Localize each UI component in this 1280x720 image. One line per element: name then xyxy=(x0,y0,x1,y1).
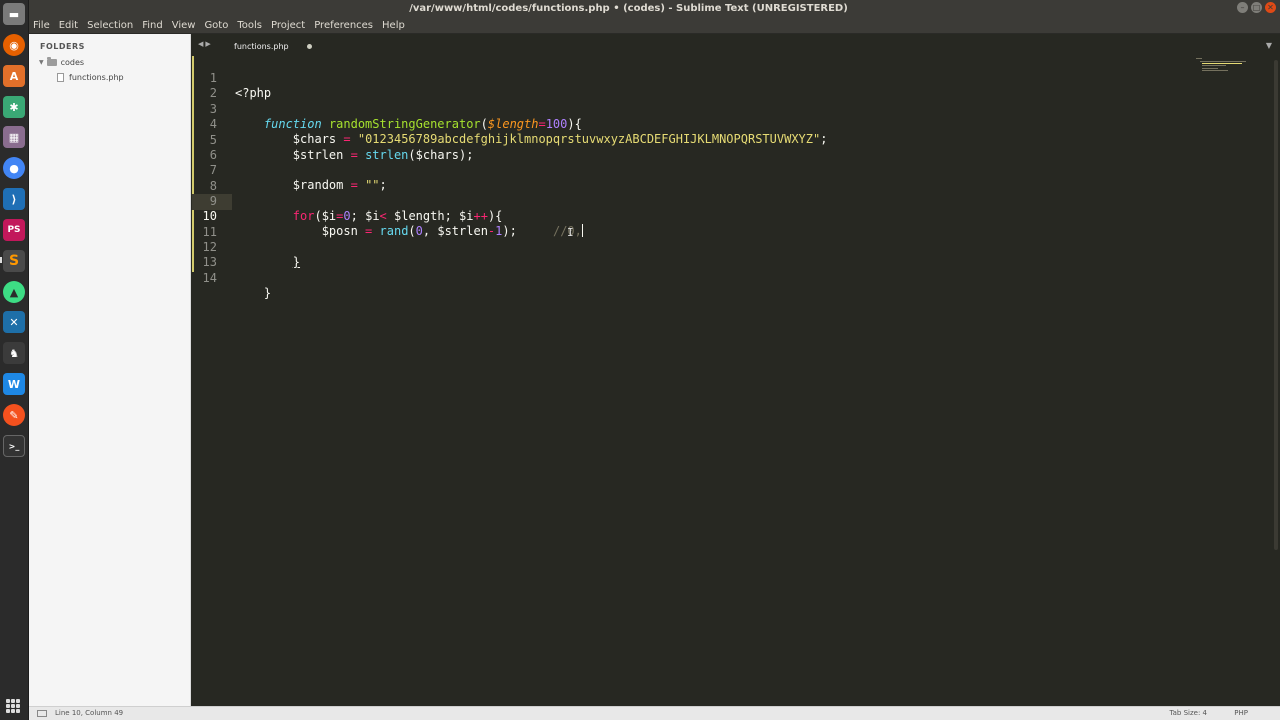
minimize-button[interactable]: – xyxy=(1237,2,1248,13)
tab-nav-arrows-icon[interactable]: ◀▶ xyxy=(198,40,213,48)
show-apps-icon[interactable] xyxy=(6,699,20,713)
menu-project[interactable]: Project xyxy=(271,20,305,31)
code-line: 1 <?php xyxy=(192,56,1192,100)
code-editor[interactable]: 1 <?php 2 3 function randomStringGenerat… xyxy=(192,56,1280,706)
folder-row[interactable]: ▼ codes xyxy=(39,57,85,67)
slack-icon[interactable]: ✱ xyxy=(3,96,25,118)
cursor-position: Line 10, Column 49 xyxy=(55,709,124,717)
android-studio-icon[interactable]: ▲ xyxy=(3,281,25,303)
menu-find[interactable]: Find xyxy=(142,20,163,31)
menu-bar: File Edit Selection Find View Goto Tools… xyxy=(29,17,1280,34)
status-bar: Line 10, Column 49 Tab Size: 4 PHP xyxy=(29,706,1280,720)
code-line: 5 $strlen = strlen($chars); xyxy=(192,118,1192,162)
code-line: 4 $chars = "0123456789abcdefghijklmnopqr… xyxy=(192,102,1192,146)
writer-icon[interactable]: W xyxy=(3,373,25,395)
menu-selection[interactable]: Selection xyxy=(87,20,133,31)
phpstorm-icon[interactable]: PS xyxy=(3,219,25,241)
active-indicator xyxy=(0,257,2,263)
line-number: 14 xyxy=(202,271,217,285)
maximize-button[interactable]: □ xyxy=(1251,2,1262,13)
code-line: 6 xyxy=(192,133,1192,162)
network-icon[interactable]: ✕ xyxy=(3,311,25,333)
tab-label: functions.php xyxy=(234,42,289,51)
unsaved-dot-icon[interactable] xyxy=(307,44,312,49)
gimp-icon[interactable]: ♞ xyxy=(3,342,25,364)
chrome-icon[interactable]: ● xyxy=(3,157,25,179)
panel-toggle-icon[interactable] xyxy=(37,710,47,717)
firefox-icon[interactable]: ◉ xyxy=(3,34,25,56)
postman-icon[interactable]: ✎ xyxy=(3,404,25,426)
syntax-selector[interactable]: PHP xyxy=(1234,709,1248,717)
code-line: 14 } xyxy=(192,256,1192,300)
code-line: 3 function randomStringGenerator($length… xyxy=(192,87,1192,131)
tab-size-selector[interactable]: Tab Size: 4 xyxy=(1170,709,1207,717)
menu-goto[interactable]: Goto xyxy=(204,20,228,31)
folder-label: codes xyxy=(60,58,85,67)
file-row[interactable]: functions.php xyxy=(57,73,124,82)
launcher: ▬ ◉ A ✱ ▦ ● ⟩ PS S ▲ ✕ ♞ W ✎ >_ xyxy=(0,0,29,720)
code-line-current: 10 $posn = rand(0, $strlen-1); //0, xyxy=(192,194,1192,238)
menu-edit[interactable]: Edit xyxy=(59,20,78,31)
code-line: 8 xyxy=(192,164,1192,193)
files-icon[interactable]: ▬ xyxy=(3,3,25,25)
mouse-ibeam-cursor-icon: I xyxy=(567,226,574,239)
tab-dropdown-icon[interactable]: ▼ xyxy=(1266,41,1272,50)
code-line: 2 xyxy=(192,71,1192,100)
folders-header: FOLDERS xyxy=(40,42,85,51)
code-line: 13 xyxy=(192,240,1192,269)
sidebar: FOLDERS ▼ codes functions.php xyxy=(29,34,191,706)
screen: ▬ ◉ A ✱ ▦ ● ⟩ PS S ▲ ✕ ♞ W ✎ >_ /var/www… xyxy=(0,0,1280,720)
code-line: 11 xyxy=(192,210,1192,239)
code-line: 9 for($i=0; $i< $length; $i++){ xyxy=(192,179,1192,223)
vscode-icon[interactable]: ⟩ xyxy=(3,188,25,210)
code-line: 12 } xyxy=(192,225,1192,269)
window-title: /var/www/html/codes/functions.php • (cod… xyxy=(409,3,848,14)
menu-view[interactable]: View xyxy=(172,20,196,31)
menu-preferences[interactable]: Preferences xyxy=(314,20,373,31)
sublime-icon[interactable]: S xyxy=(3,250,25,272)
close-button[interactable]: ✕ xyxy=(1265,2,1276,13)
title-bar: /var/www/html/codes/functions.php • (cod… xyxy=(29,0,1280,17)
code-line: 7 $random = ""; xyxy=(192,148,1192,192)
expand-triangle-icon[interactable]: ▼ xyxy=(39,59,44,66)
photo-icon[interactable]: ▦ xyxy=(3,126,25,148)
code-text: } xyxy=(235,286,272,300)
file-icon xyxy=(57,73,64,82)
tab-bar: ◀▶ functions.php ▼ xyxy=(192,34,1280,56)
menu-tools[interactable]: Tools xyxy=(237,20,262,31)
terminal-icon[interactable]: >_ xyxy=(3,435,25,457)
tab-functions-php[interactable]: functions.php xyxy=(222,37,332,56)
folder-icon xyxy=(46,57,57,66)
software-center-icon[interactable]: A xyxy=(3,65,25,87)
minimap[interactable] xyxy=(1196,58,1248,74)
vertical-scrollbar[interactable] xyxy=(1274,60,1278,550)
menu-file[interactable]: File xyxy=(33,20,50,31)
file-label: functions.php xyxy=(69,73,124,82)
menu-help[interactable]: Help xyxy=(382,20,405,31)
